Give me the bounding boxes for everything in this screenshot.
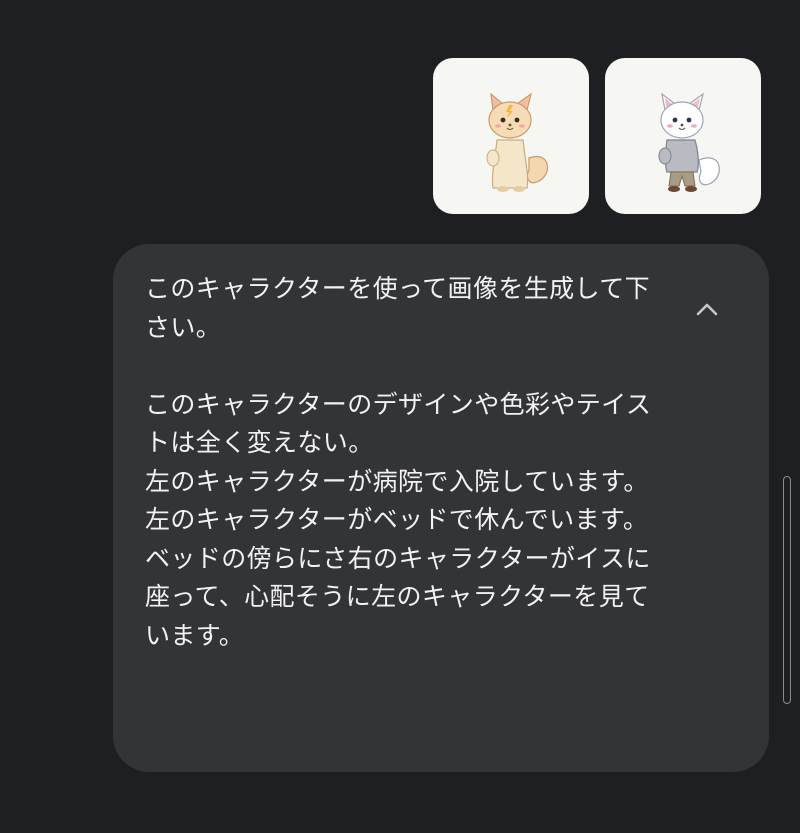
scrollbar-thumb[interactable] — [783, 476, 791, 704]
chat-screen: { "attachments": [ {"icon": "cream-cat-c… — [0, 0, 800, 833]
collapse-message-button[interactable] — [690, 292, 724, 326]
attachment-thumbnail-right[interactable] — [605, 58, 761, 214]
cream-cat-character-image — [486, 92, 549, 192]
user-message-bubble: このキャラクターを使って画像を生成して下さい。 このキャラクターのデザインや色彩… — [113, 244, 769, 772]
chevron-up-icon — [696, 303, 718, 316]
white-cat-hoodie-character-image — [658, 92, 720, 192]
message-text: このキャラクターを使って画像を生成して下さい。 このキャラクターのデザインや色彩… — [145, 274, 652, 650]
attachment-thumbnail-left[interactable] — [433, 58, 589, 214]
image-attachments — [433, 58, 761, 214]
